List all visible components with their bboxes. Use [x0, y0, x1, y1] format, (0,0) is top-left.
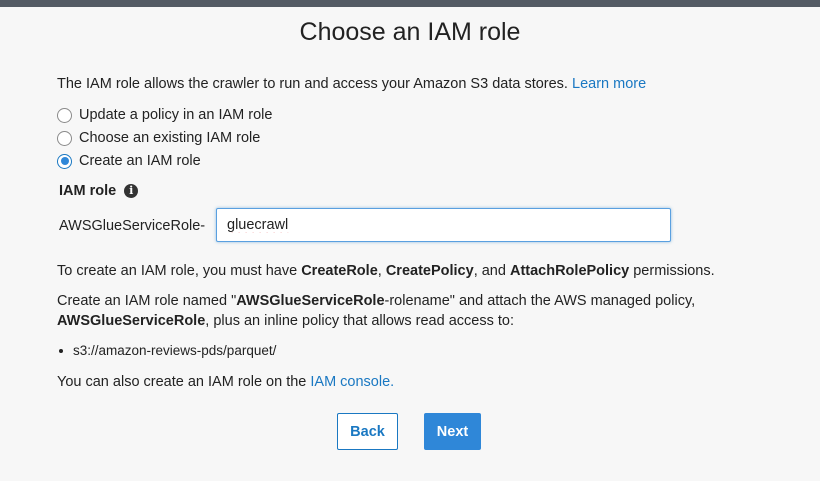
- role-name-prefix: AWSGlueServiceRole-: [59, 218, 206, 234]
- permissions-text: ,: [377, 263, 386, 279]
- option-create-role[interactable]: Create an IAM role: [57, 153, 201, 169]
- next-button[interactable]: Next: [424, 413, 481, 450]
- iam-role-label-text: IAM role: [59, 183, 117, 199]
- named-role-text: -rolename" and attach the AWS managed po…: [384, 293, 696, 309]
- permissions-text: To create an IAM role, you must have: [57, 263, 302, 279]
- option-label: Choose an existing IAM role: [79, 130, 261, 146]
- page-title: Choose an IAM role: [299, 18, 521, 46]
- back-button[interactable]: Back: [337, 413, 398, 450]
- iam-role-label: IAM role i: [59, 183, 139, 199]
- learn-more-link[interactable]: Learn more: [572, 76, 646, 92]
- iam-console-link[interactable]: IAM console.: [310, 374, 394, 390]
- permissions-note: To create an IAM role, you must have Cre…: [57, 261, 715, 281]
- option-existing-role[interactable]: Choose an existing IAM role: [57, 130, 260, 146]
- named-role-text: Create an IAM role named ": [57, 293, 237, 309]
- permissions-text: permissions.: [629, 263, 715, 279]
- intro-description: The IAM role allows the crawler to run a…: [57, 76, 568, 92]
- top-bar: [0, 0, 820, 7]
- option-label: Update a policy in an IAM role: [79, 107, 273, 123]
- role-name-input[interactable]: [216, 208, 671, 242]
- bullet-icon: [59, 348, 63, 353]
- intro-text: The IAM role allows the crawler to run a…: [57, 76, 646, 92]
- radio-existing-role[interactable]: [57, 130, 72, 146]
- option-label: Create an IAM role: [79, 153, 201, 169]
- radio-update-policy[interactable]: [57, 107, 72, 123]
- role-name-bold: AWSGlueServiceRole: [236, 293, 385, 309]
- permission-attachrolepolicy: AttachRolePolicy: [509, 263, 630, 279]
- named-role-note: Create an IAM role named "AWSGlueService…: [57, 291, 695, 331]
- console-note: You can also create an IAM role on the I…: [57, 372, 394, 392]
- s3-path-item: s3://amazon-reviews-pds/parquet/: [59, 343, 276, 358]
- permission-createpolicy: CreatePolicy: [385, 263, 474, 279]
- option-update-policy[interactable]: Update a policy in an IAM role: [57, 107, 272, 123]
- named-role-text: , plus an inline policy that allows read…: [205, 313, 514, 329]
- managed-policy-name: AWSGlueServiceRole: [57, 313, 206, 329]
- console-note-text: You can also create an IAM role on the: [57, 374, 311, 390]
- permissions-text: , and: [473, 263, 510, 279]
- info-icon[interactable]: i: [124, 184, 139, 198]
- permission-createrole: CreateRole: [301, 263, 378, 279]
- radio-create-role[interactable]: [57, 153, 72, 169]
- s3-path: s3://amazon-reviews-pds/parquet/: [73, 343, 277, 358]
